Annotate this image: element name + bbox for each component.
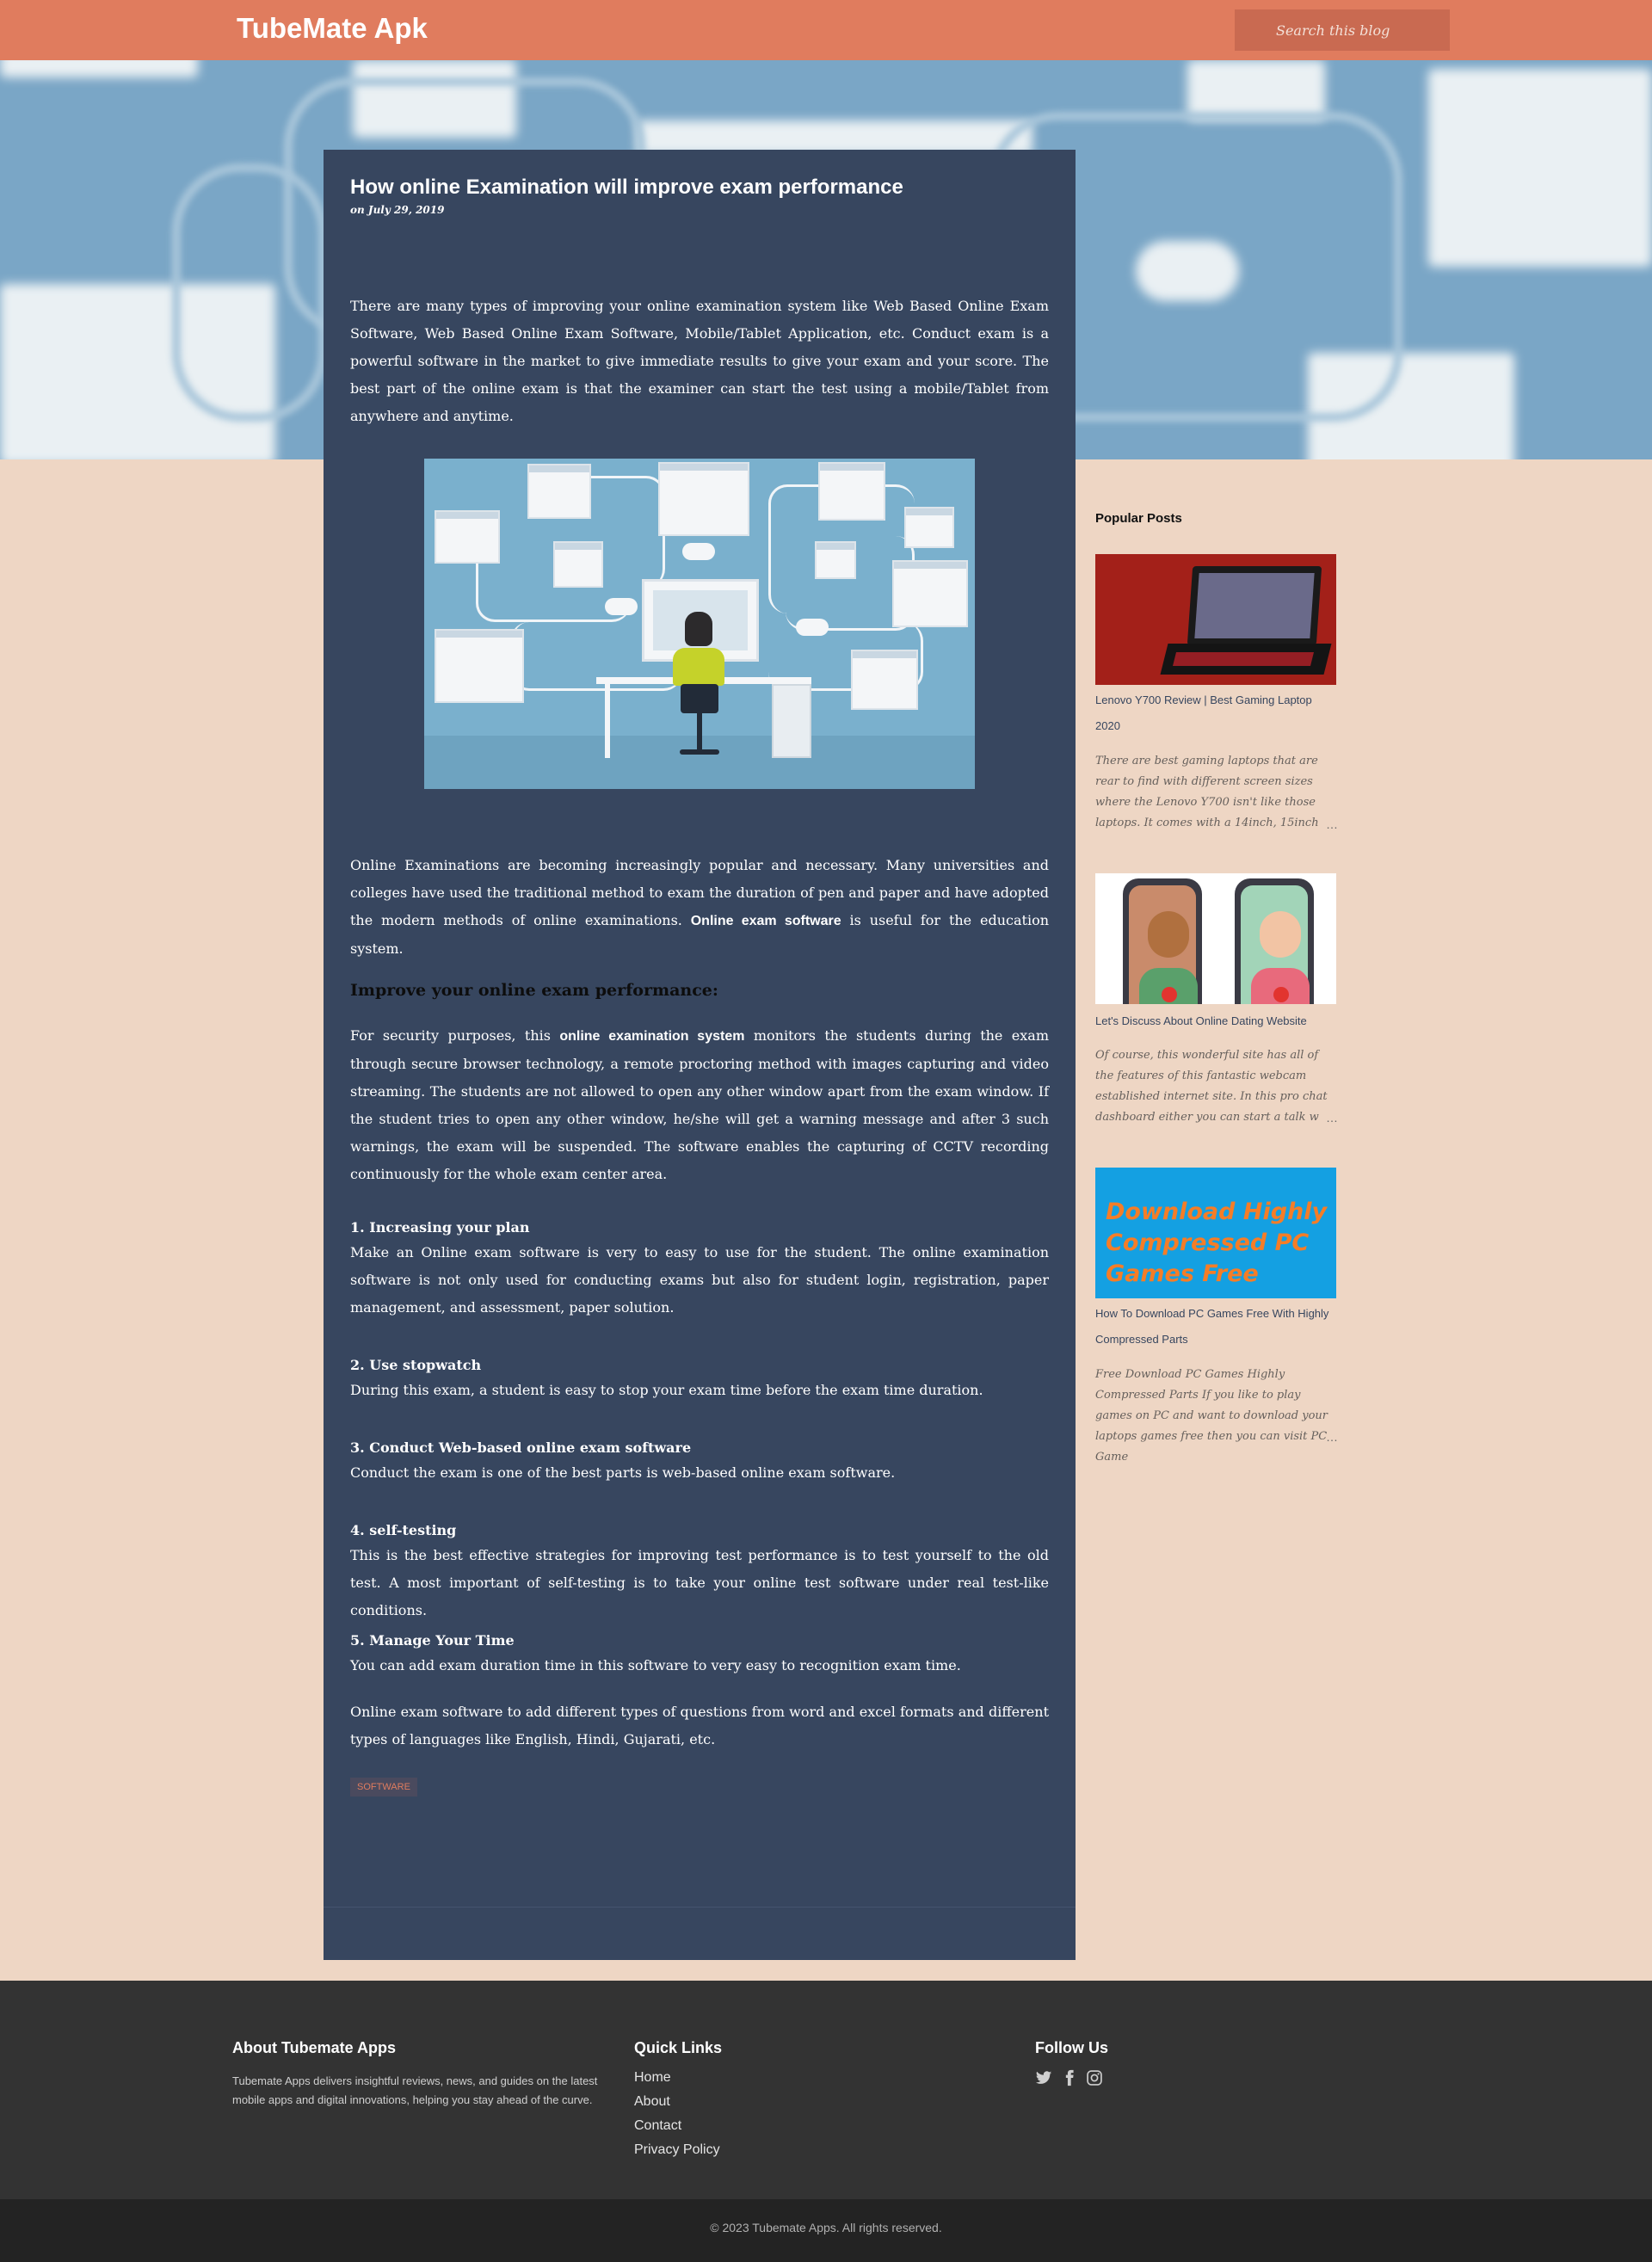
read-more-ellipsis[interactable]: … — [1326, 1111, 1338, 1125]
pc-games-thumbnail[interactable]: Download Highly Compressed PC Games Free — [1095, 1168, 1336, 1298]
post-title[interactable]: How online Examination will improve exam… — [350, 176, 1056, 200]
thumbnail-text: Download Highly Compressed PC Games Free — [1106, 1199, 1328, 1287]
footer-link-home[interactable]: Home — [634, 2070, 671, 2086]
list-item-title: 5. Manage Your Time — [350, 1632, 515, 1649]
list-item-text: Conduct the exam is one of the best part… — [350, 1464, 896, 1481]
blog-post: How online Examination will improve exam… — [324, 150, 1076, 1960]
list-item-title: 2. Use stopwatch — [350, 1357, 482, 1373]
popular-post-link[interactable]: How To Download PC Games Free With Highl… — [1095, 1301, 1336, 1353]
online-exam-illustration — [424, 459, 975, 789]
read-more-ellipsis[interactable]: … — [1326, 1430, 1338, 1444]
twitter-icon[interactable] — [1035, 2069, 1052, 2086]
post-label-tag[interactable]: SOFTWARE — [350, 1778, 417, 1797]
dating-app-thumbnail[interactable] — [1095, 873, 1336, 1004]
online-examination-system-link[interactable]: online examination system — [559, 1029, 744, 1044]
lenovo-laptop-thumbnail[interactable] — [1095, 554, 1336, 685]
divider — [324, 1907, 1076, 1908]
quick-links-heading: Quick Links — [634, 2039, 723, 2056]
site-title-link[interactable]: TubeMate Apk — [237, 12, 428, 45]
popular-post-snippet: There are best gaming laptops that are r… — [1095, 755, 1319, 829]
closing-paragraph: Online exam software to add different ty… — [350, 1704, 1049, 1747]
footer-link-privacy-policy[interactable]: Privacy Policy — [634, 2142, 720, 2158]
post-intro-paragraph: There are many types of improving your o… — [350, 298, 1049, 424]
list-item-text: During this exam, a student is easy to s… — [350, 1382, 983, 1398]
list-item-text: Make an Online exam software is very to … — [350, 1244, 1049, 1316]
list-item-title: 3. Conduct Web-based online exam softwar… — [350, 1439, 692, 1456]
list-item-title: 1. Increasing your plan — [350, 1219, 530, 1236]
popular-posts-title: Popular Posts — [1095, 511, 1182, 526]
security-paragraph: For security purposes, this online exami… — [350, 1022, 1049, 1188]
popular-post-snippet: Free Download PC Games Highly Compressed… — [1095, 1368, 1328, 1464]
copyright-text: © 2023 Tubemate Apps. All rights reserve… — [710, 2221, 942, 2234]
text: monitors the students during the exam th… — [350, 1027, 1049, 1182]
read-more-ellipsis[interactable]: … — [1326, 817, 1338, 831]
popular-post-snippet: Of course, this wonderful site has all o… — [1095, 1049, 1328, 1124]
online-exam-software-link[interactable]: Online exam software — [691, 914, 841, 928]
popular-post-link[interactable]: Let's Discuss About Online Dating Websit… — [1095, 1008, 1336, 1034]
footer-link-contact[interactable]: Contact — [634, 2118, 681, 2134]
post-date[interactable]: on July 29, 2019 — [350, 204, 444, 216]
list-item-text: This is the best effective strategies fo… — [350, 1547, 1049, 1618]
about-text: Tubemate Apps delivers insightful review… — [232, 2074, 598, 2106]
facebook-icon[interactable] — [1061, 2069, 1078, 2086]
post-paragraph-2: Online Examinations are becoming increas… — [350, 852, 1049, 963]
list-item-text: You can add exam duration time in this s… — [350, 1657, 961, 1673]
footer-link-about[interactable]: About — [634, 2094, 670, 2110]
about-heading: About Tubemate Apps — [232, 2039, 396, 2056]
follow-us-heading: Follow Us — [1035, 2039, 1108, 2056]
popular-post-link[interactable]: Lenovo Y700 Review | Best Gaming Laptop … — [1095, 687, 1336, 739]
section-heading: Improve your online exam performance: — [350, 981, 718, 1000]
search-input[interactable] — [1235, 9, 1450, 51]
text: For security purposes, this — [350, 1027, 560, 1044]
site-header: TubeMate Apk — [0, 0, 1652, 60]
list-item-title: 4. self-testing — [350, 1522, 457, 1538]
instagram-icon[interactable] — [1086, 2069, 1103, 2086]
